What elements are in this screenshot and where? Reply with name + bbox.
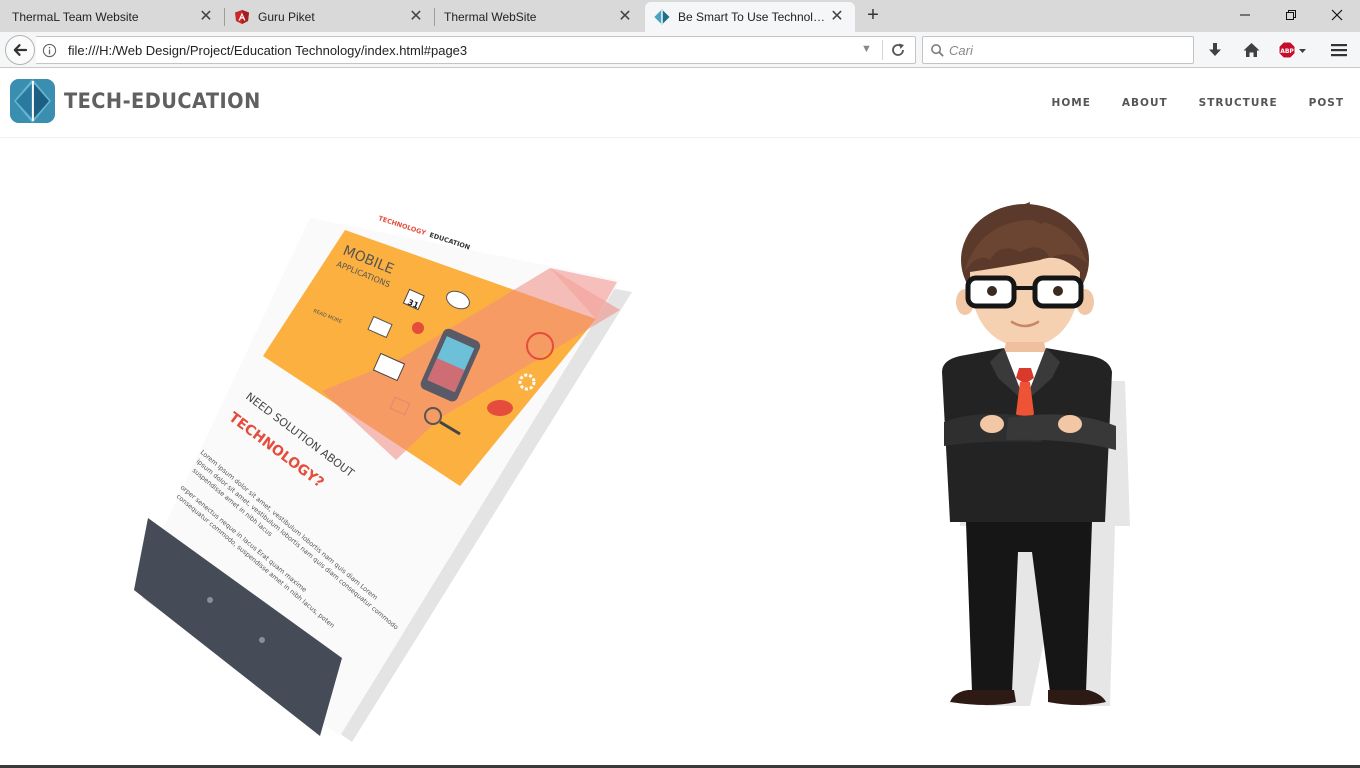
back-arrow-icon: [13, 44, 28, 56]
menu-icon: [1331, 44, 1347, 57]
search-input[interactable]: [949, 41, 1179, 59]
info-icon[interactable]: [42, 43, 57, 58]
tab-thermal-team[interactable]: ThermaL Team Website ✕: [0, 2, 224, 32]
download-button[interactable]: [1205, 40, 1225, 60]
tab-title: Guru Piket: [258, 10, 315, 24]
adblock-label: ABP: [1280, 48, 1294, 55]
logo-icon[interactable]: [10, 79, 55, 123]
search-bar[interactable]: [922, 36, 1194, 64]
close-tab-icon[interactable]: ✕: [198, 9, 214, 25]
home-button[interactable]: [1241, 40, 1261, 60]
back-button[interactable]: [5, 35, 35, 65]
main-menu: HOME ABOUT STRUCTURE POST: [1021, 97, 1360, 109]
eye-right: [1053, 286, 1063, 296]
minimize-button[interactable]: [1222, 0, 1268, 30]
businessman-illustration: [942, 202, 1130, 706]
hand-left: [980, 415, 1004, 433]
shoe-left: [950, 690, 1016, 705]
glasses-bridge: [1013, 286, 1036, 290]
reload-icon[interactable]: [890, 42, 906, 58]
tab-title: ThermaL Team Website: [12, 10, 139, 24]
minimize-icon: [1240, 14, 1250, 16]
location-pin-icon: [412, 322, 424, 334]
url-separator: [882, 40, 883, 60]
adblock-button[interactable]: ABP: [1277, 40, 1309, 60]
menu-post-link[interactable]: POST: [1309, 97, 1344, 109]
home-icon: [1243, 43, 1259, 57]
restore-icon: [1286, 10, 1296, 20]
browser-tab-bar: ThermaL Team Website ✕ Guru Piket ✕ Ther…: [0, 0, 1360, 32]
eye-left: [987, 286, 997, 296]
tab-guru-piket[interactable]: Guru Piket ✕: [225, 2, 434, 32]
tab-be-smart[interactable]: Be Smart To Use Technolo... ✕: [645, 2, 855, 32]
close-tab-icon[interactable]: ✕: [829, 9, 845, 25]
flyer-illustration: TECHNOLOGY EDUCATION MOBILE APPLICATIONS…: [134, 214, 632, 742]
adblock-icon: ABP: [1278, 41, 1306, 59]
new-tab-button[interactable]: +: [862, 5, 884, 27]
flyer-footer-icon: [207, 597, 213, 603]
page-content: TECHNOLOGY EDUCATION MOBILE APPLICATIONS…: [0, 138, 1360, 768]
angular-favicon-icon: [235, 10, 249, 24]
menu-button[interactable]: [1329, 40, 1349, 60]
cup-icon: [487, 400, 513, 416]
url-dropdown-icon[interactable]: ▼: [861, 43, 872, 55]
site-header: TECH-EDUCATION HOME ABOUT STRUCTURE POST: [0, 69, 1360, 137]
download-icon: [1209, 43, 1221, 56]
tab-title: Thermal WebSite: [444, 10, 537, 24]
menu-home-link[interactable]: HOME: [1052, 97, 1091, 109]
close-tab-icon[interactable]: ✕: [408, 9, 424, 25]
close-window-button[interactable]: [1314, 0, 1360, 30]
menu-about-link[interactable]: ABOUT: [1122, 97, 1168, 109]
restore-button[interactable]: [1268, 0, 1314, 30]
tab-thermal-website[interactable]: Thermal WebSite ✕: [435, 2, 643, 32]
browser-navigation-bar: file:///H:/Web Design/Project/Education …: [0, 32, 1360, 68]
tab-title: Be Smart To Use Technolo...: [678, 10, 829, 24]
url-text[interactable]: file:///H:/Web Design/Project/Education …: [68, 43, 467, 58]
menu-structure-link[interactable]: STRUCTURE: [1199, 97, 1278, 109]
close-tab-icon[interactable]: ✕: [617, 9, 633, 25]
url-bar[interactable]: file:///H:/Web Design/Project/Education …: [36, 36, 916, 64]
flyer-footer-icon: [259, 637, 265, 643]
tech-education-favicon-icon: [654, 9, 670, 25]
close-icon: [1331, 9, 1343, 21]
brand-name[interactable]: TECH-EDUCATION: [64, 89, 261, 113]
hand-right: [1058, 415, 1082, 433]
search-icon: [931, 44, 944, 57]
